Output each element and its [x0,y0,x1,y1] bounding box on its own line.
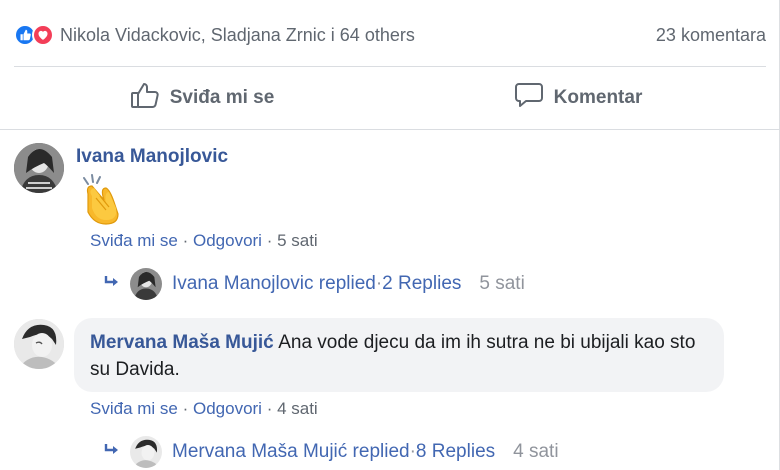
comment-timestamp[interactable]: 5 sati [277,231,318,250]
replies-count: 2 Replies [382,273,462,294]
divider [0,129,780,130]
separator: · [177,399,193,418]
thumbs-up-icon [130,81,160,115]
clapping-hands-emoji [78,174,128,226]
comment-meta: Sviđa mi se · Odgovori · 5 sati [90,231,318,251]
speech-bubble-icon [514,81,544,115]
divider [14,66,766,67]
comment-bubble: Mervana Maša Mujić Ana vode djecu da im … [74,318,724,392]
separator: · [177,231,193,250]
avatar[interactable] [14,143,64,193]
cut-off-previous-content [0,0,560,4]
comment-button-label: Komentar [553,87,643,108]
separator: · [261,231,278,250]
replies-author: Mervana Maša Mujić replied [172,441,410,462]
post-frame: Nikola Vidackovic, Sladjana Zrnic i 64 o… [0,0,780,470]
reply-arrow-icon [104,273,120,295]
comment-like-link[interactable]: Sviđa mi se [90,399,178,418]
replies-timestamp: 4 sati [513,441,559,462]
separator: · [261,399,278,418]
avatar [130,436,162,468]
reactions-summary[interactable]: Nikola Vidackovic, Sladjana Zrnic i 64 o… [14,20,766,50]
comment-timestamp[interactable]: 4 sati [277,399,318,418]
comment-author[interactable]: Ivana Manojlovic [76,146,228,168]
replies-timestamp: 5 sati [479,273,525,294]
avatar [130,268,162,300]
comment-author-name[interactable]: Mervana Maša Mujić [90,332,274,353]
reaction-icons[interactable] [14,24,54,46]
post-action-bar: Sviđa mi se Komentar [14,72,766,124]
comment-reply-link[interactable]: Odgovori [193,231,262,250]
replies-link[interactable]: Ivana Manojlovic replied · 2 Replies 5 s… [104,267,525,301]
love-icon [32,24,54,46]
replies-count: 8 Replies [415,441,496,462]
reply-arrow-icon [104,441,120,463]
reaction-names-link[interactable]: Nikola Vidackovic, Sladjana Zrnic i 64 o… [60,25,415,46]
comment-reply-link[interactable]: Odgovori [193,399,262,418]
comment-button[interactable]: Komentar [390,72,766,124]
avatar[interactable] [14,319,64,369]
like-button-label: Sviđa mi se [169,87,275,108]
comment-author-name[interactable]: Ivana Manojlovic [76,146,228,167]
replies-link[interactable]: Mervana Maša Mujić replied · 8 Replies 4… [104,435,559,469]
comment-meta: Sviđa mi se · Odgovori · 4 sati [90,399,318,419]
comment-count-link[interactable]: 23 komentara [656,25,766,46]
like-button[interactable]: Sviđa mi se [14,72,390,124]
replies-author: Ivana Manojlovic replied [172,273,376,294]
comment-like-link[interactable]: Sviđa mi se [90,231,178,250]
